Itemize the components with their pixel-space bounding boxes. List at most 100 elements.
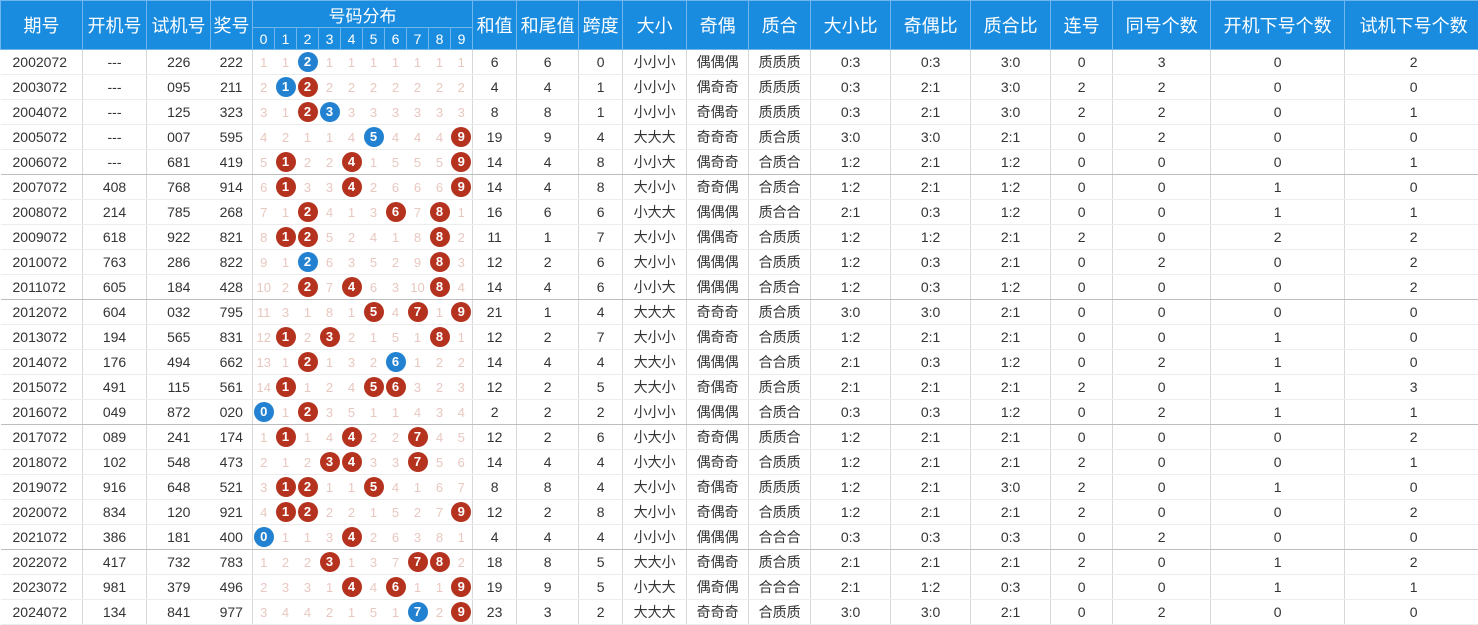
- distribution-cell-8: 1: [429, 300, 451, 325]
- distribution-cell-9: 9: [451, 500, 473, 525]
- test-next-count-cell: 1: [1345, 150, 1478, 175]
- header-number-distribution: 号码分布: [253, 1, 473, 28]
- drawn-number-ball: 1: [276, 477, 296, 497]
- table-row: 202307298137949623314461191995小大大偶奇偶合合合2…: [1, 575, 1478, 600]
- open-machine-cell: 386: [83, 525, 147, 550]
- distribution-cell-7: 5: [407, 150, 429, 175]
- issue-cell: 2021072: [1, 525, 83, 550]
- big-small-ratio-cell: 0:3: [811, 100, 891, 125]
- drawn-number-ball: 2: [298, 352, 318, 372]
- distribution-cell-2: 2: [297, 550, 319, 575]
- drawn-number-ball: 9: [451, 177, 471, 197]
- sum-cell: 14: [473, 175, 517, 200]
- distribution-cell-6: 1: [385, 400, 407, 425]
- prime-composite-cell: 合质质: [749, 325, 811, 350]
- drawn-number-ball: 7: [408, 602, 428, 622]
- distribution-cell-9: 9: [451, 175, 473, 200]
- open-machine-cell: 408: [83, 175, 147, 200]
- distribution-cell-1: 1: [275, 250, 297, 275]
- open-next-count-cell: 0: [1211, 75, 1345, 100]
- sum-tail-cell: 4: [517, 75, 579, 100]
- drawn-number-ball: 9: [451, 577, 471, 597]
- test-machine-cell: 241: [147, 425, 211, 450]
- distribution-cell-9: 5: [451, 425, 473, 450]
- drawn-number-ball: 6: [386, 202, 406, 222]
- open-machine-cell: 176: [83, 350, 147, 375]
- table-row: 2005072---00759542114544491994大大大奇奇奇质合质3…: [1, 125, 1478, 150]
- issue-cell: 2002072: [1, 50, 83, 75]
- drawn-number-ball: 7: [408, 452, 428, 472]
- header-prize-number: 奖号: [211, 1, 253, 50]
- test-next-count-cell: 2: [1345, 550, 1478, 575]
- distribution-cell-0: 1: [253, 425, 275, 450]
- sum-tail-cell: 8: [517, 550, 579, 575]
- distribution-cell-7: 7: [407, 425, 429, 450]
- distribution-cell-2: 2: [297, 100, 319, 125]
- issue-cell: 2014072: [1, 350, 83, 375]
- test-machine-cell: 732: [147, 550, 211, 575]
- test-next-count-cell: 2: [1345, 225, 1478, 250]
- distribution-cell-0: 2: [253, 575, 275, 600]
- digit-header-4: 4: [341, 28, 363, 50]
- drawn-number-ball: 2: [298, 202, 318, 222]
- test-machine-cell: 032: [147, 300, 211, 325]
- same-count-cell: 0: [1113, 500, 1211, 525]
- drawn-number-ball: 6: [386, 352, 406, 372]
- span-cell: 4: [579, 350, 623, 375]
- distribution-cell-4: 1: [341, 475, 363, 500]
- distribution-cell-9: 9: [451, 300, 473, 325]
- sum-cell: 19: [473, 125, 517, 150]
- same-count-cell: 0: [1113, 425, 1211, 450]
- distribution-cell-2: 3: [297, 575, 319, 600]
- consecutive-cell: 0: [1051, 425, 1113, 450]
- distribution-cell-1: 2: [275, 550, 297, 575]
- big-small-ratio-cell: 2:1: [811, 375, 891, 400]
- distribution-cell-1: 1: [275, 400, 297, 425]
- prime-composite-ratio-cell: 0:3: [971, 575, 1051, 600]
- distribution-cell-3: 1: [319, 125, 341, 150]
- drawn-number-ball: 2: [298, 252, 318, 272]
- distribution-cell-1: 1: [275, 425, 297, 450]
- drawn-number-ball: 1: [276, 177, 296, 197]
- sum-cell: 4: [473, 75, 517, 100]
- big-small-cell: 小大大: [623, 575, 687, 600]
- prize-number-cell: 821: [211, 225, 253, 250]
- prize-number-cell: 211: [211, 75, 253, 100]
- sum-cell: 11: [473, 225, 517, 250]
- prize-number-cell: 323: [211, 100, 253, 125]
- big-small-cell: 小小小: [623, 400, 687, 425]
- drawn-number-ball: 3: [320, 452, 340, 472]
- distribution-cell-1: 1: [275, 75, 297, 100]
- distribution-cell-5: 2: [363, 350, 385, 375]
- prime-composite-cell: 合质合: [749, 275, 811, 300]
- distribution-cell-1: 1: [275, 450, 297, 475]
- distribution-cell-3: 3: [319, 550, 341, 575]
- distribution-cell-4: 4: [341, 450, 363, 475]
- test-next-count-cell: 0: [1345, 125, 1478, 150]
- distribution-cell-0: 12: [253, 325, 275, 350]
- sum-cell: 14: [473, 275, 517, 300]
- consecutive-cell: 0: [1051, 275, 1113, 300]
- big-small-ratio-cell: 0:3: [811, 525, 891, 550]
- distribution-cell-2: 2: [297, 275, 319, 300]
- odd-even-cell: 偶奇奇: [687, 325, 749, 350]
- distribution-cell-8: 3: [429, 400, 451, 425]
- test-next-count-cell: 1: [1345, 100, 1478, 125]
- prize-number-cell: 521: [211, 475, 253, 500]
- distribution-cell-7: 9: [407, 250, 429, 275]
- distribution-cell-8: 1: [429, 50, 451, 75]
- prize-number-cell: 268: [211, 200, 253, 225]
- digit-header-6: 6: [385, 28, 407, 50]
- prize-number-cell: 473: [211, 450, 253, 475]
- distribution-cell-5: 4: [363, 225, 385, 250]
- distribution-cell-8: 5: [429, 150, 451, 175]
- sum-tail-cell: 2: [517, 500, 579, 525]
- sum-tail-cell: 8: [517, 475, 579, 500]
- odd-even-ratio-cell: 0:3: [891, 350, 971, 375]
- distribution-cell-4: 2: [341, 500, 363, 525]
- odd-even-cell: 奇奇奇: [687, 125, 749, 150]
- consecutive-cell: 0: [1051, 525, 1113, 550]
- same-count-cell: 0: [1113, 550, 1211, 575]
- drawn-number-ball: 8: [430, 227, 450, 247]
- big-small-cell: 小大小: [623, 450, 687, 475]
